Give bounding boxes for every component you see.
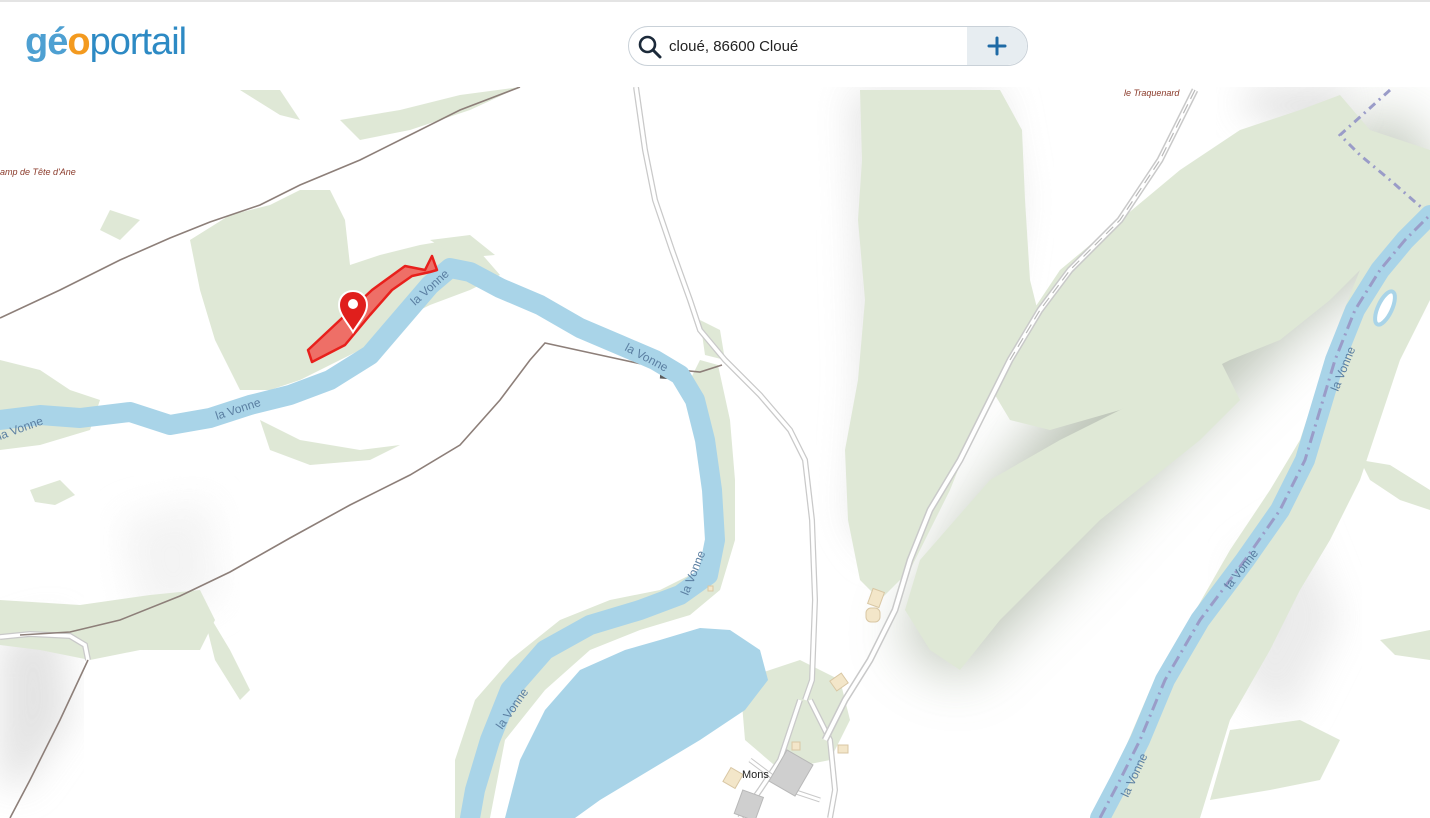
- label-traquenard: le Traquenard: [1124, 88, 1180, 98]
- logo-part-o: o: [67, 21, 90, 63]
- map-view[interactable]: le Traquenard amp de Tête d'Ane Mons la …: [0, 87, 1430, 818]
- search-bar[interactable]: [628, 26, 1028, 66]
- logo-part-ge: gé: [25, 21, 68, 63]
- header: géoportail: [0, 2, 1430, 87]
- label-camp: amp de Tête d'Ane: [0, 167, 76, 177]
- label-mons: Mons: [742, 769, 769, 781]
- map-canvas: le Traquenard amp de Tête d'Ane Mons la …: [0, 87, 1430, 818]
- more-options-button[interactable]: [967, 27, 1027, 65]
- logo-part-portail: portail: [89, 21, 187, 63]
- plus-icon: [987, 36, 1007, 56]
- geoportail-logo[interactable]: géoportail: [25, 20, 187, 64]
- search-input[interactable]: [669, 27, 964, 65]
- search-icon[interactable]: [637, 34, 663, 60]
